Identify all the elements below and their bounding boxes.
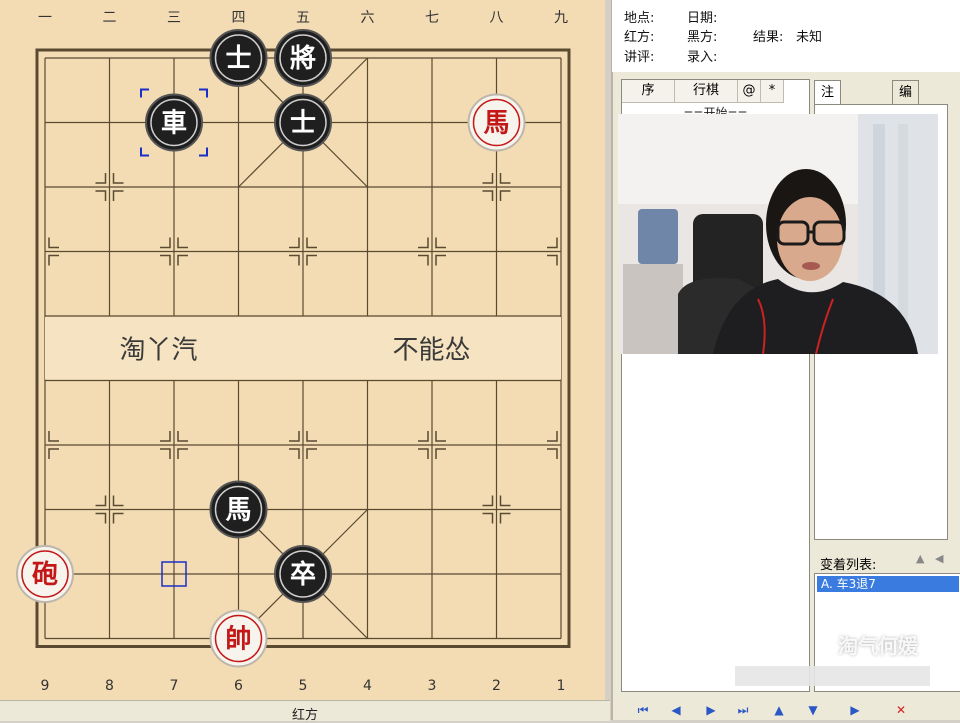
file-number-top: 六 — [361, 10, 375, 26]
comment-label: 讲评: — [624, 50, 655, 65]
river-text-right: 不能怂 — [393, 335, 471, 365]
file-number-bottom: 1 — [557, 678, 566, 694]
result-value: 未知 — [796, 30, 823, 45]
piece-label[interactable]: 卒 — [290, 559, 316, 590]
file-number-top: 八 — [490, 10, 504, 26]
side-label: 红方 — [291, 708, 318, 723]
tab-comment-view[interactable]: 注解查看 — [814, 80, 842, 172]
file-number-bottom: 7 — [170, 678, 179, 694]
file-number-bottom: 2 — [492, 678, 501, 694]
file-number-top: 四 — [232, 10, 246, 26]
webcam-image — [618, 114, 938, 354]
watermark-bar — [735, 666, 930, 686]
place-label: 地点: — [624, 11, 655, 26]
result-label: 结果: — [753, 30, 784, 45]
piece-label[interactable]: 士 — [225, 44, 251, 74]
black-label: 黑方: — [687, 30, 718, 45]
file-number-top: 二 — [103, 10, 117, 26]
variations-label: 变着列表: — [820, 558, 877, 573]
move-list-header-move[interactable]: 行棋 — [675, 80, 738, 103]
variations-scroll-icon[interactable]: ▲ ◀ — [916, 552, 943, 565]
piece-label[interactable]: 馬 — [483, 109, 509, 139]
play-icon[interactable]: ▶ — [844, 702, 866, 718]
move-list-header-at[interactable]: @ — [738, 80, 761, 103]
file-number-bottom: 9 — [41, 678, 50, 694]
navigation-toolbar: ⏮ ◀ ▶ ⏭ ▲ ▼ ▶ ✕ — [618, 700, 960, 720]
red-label: 红方: — [624, 30, 655, 45]
down-icon[interactable]: ▼ — [802, 702, 824, 718]
first-icon[interactable]: ⏮ — [632, 702, 654, 718]
file-number-top: 三 — [167, 10, 181, 26]
file-number-bottom: 3 — [428, 678, 437, 694]
file-number-bottom: 6 — [234, 678, 243, 694]
file-number-bottom: 4 — [363, 678, 372, 694]
piece-label[interactable]: 將 — [290, 44, 316, 74]
file-number-top: 一 — [38, 10, 52, 26]
file-number-bottom: 8 — [105, 678, 114, 694]
game-info: 地点: 日期: 红方: 黑方: 结果: 未知 讲评: 录入: — [612, 0, 960, 72]
variation-item[interactable]: A. 车3退7 — [817, 576, 959, 592]
piece-label[interactable]: 士 — [290, 109, 316, 139]
file-number-top: 九 — [554, 10, 568, 26]
delete-icon[interactable]: ✕ — [890, 702, 912, 718]
move-list-header-star[interactable]: * — [761, 80, 784, 103]
prev-icon[interactable]: ◀ — [665, 702, 687, 718]
file-number-bottom: 5 — [299, 678, 308, 694]
tab-edit[interactable]: 编辑 — [892, 80, 920, 124]
board-panel: 淘丫汽 不能怂一二三四五六七八九 9 8 7 6 5 4 3 2 1 士將車士馬馬卒砲帥 — [0, 0, 605, 700]
watermark-text: 淘气何媛 — [838, 634, 918, 658]
entry-label: 录入: — [687, 50, 718, 65]
move-list-header-index[interactable]: 序 — [622, 80, 675, 103]
file-number-top: 七 — [425, 10, 439, 26]
file-number-top: 五 — [296, 10, 310, 26]
piece-label[interactable]: 馬 — [225, 496, 251, 526]
last-icon[interactable]: ⏭ — [732, 702, 754, 718]
piece-label[interactable]: 帥 — [225, 625, 251, 655]
piece-label[interactable]: 砲 — [32, 560, 58, 590]
river-text-left: 淘丫汽 — [120, 335, 198, 365]
next-icon[interactable]: ▶ — [700, 702, 722, 718]
webcam-overlay — [618, 114, 938, 354]
up-icon[interactable]: ▲ — [768, 702, 790, 718]
date-label: 日期: — [687, 11, 718, 26]
piece-label[interactable]: 車 — [161, 109, 187, 139]
xiangqi-board[interactable]: 淘丫汽 不能怂一二三四五六七八九9 8 7 6 5 4 3 2 1士 將車士馬馬卒砲帥 — [0, 0, 605, 700]
